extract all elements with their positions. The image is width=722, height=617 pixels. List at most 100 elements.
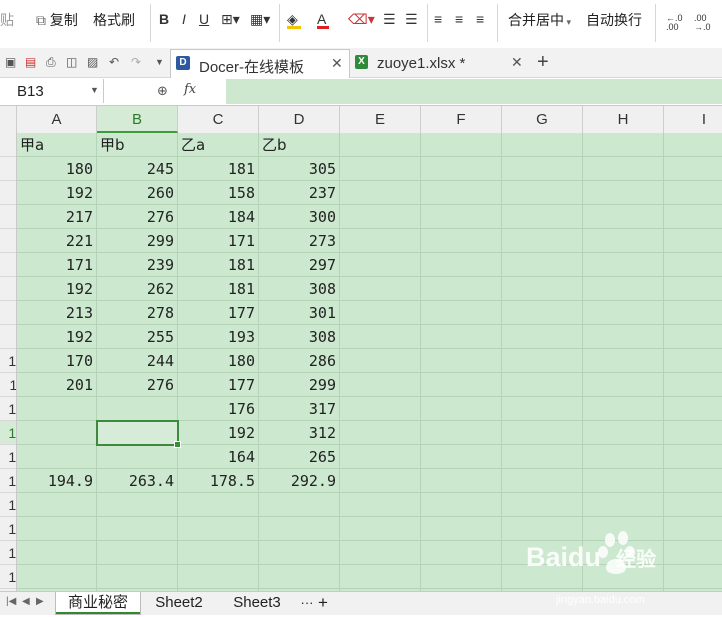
cell-a6[interactable]: 171: [17, 253, 97, 277]
cell-c14[interactable]: 164: [178, 445, 259, 469]
sheet-tab-2[interactable]: Sheet2: [144, 592, 214, 614]
name-box[interactable]: B13 ▼: [0, 79, 104, 103]
fill-handle[interactable]: [174, 441, 181, 448]
cell-d5[interactable]: 273: [259, 229, 340, 253]
cell-b10[interactable]: 244: [97, 349, 178, 373]
cell-d13[interactable]: 312: [259, 421, 340, 445]
cell-d6[interactable]: 297: [259, 253, 340, 277]
cell-b4[interactable]: 276: [97, 205, 178, 229]
copy-button[interactable]: ⧉ 复制: [36, 10, 78, 30]
cell-b2[interactable]: 245: [97, 157, 178, 181]
cell-a8[interactable]: 213: [17, 301, 97, 325]
first-sheet-icon[interactable]: |◀: [6, 596, 16, 607]
close-icon[interactable]: ✕: [331, 55, 343, 72]
column-header-f[interactable]: F: [421, 106, 502, 133]
row-header-8[interactable]: 8: [0, 301, 16, 325]
row-header-2[interactable]: 2: [0, 157, 16, 181]
print-icon[interactable]: ⎙: [46, 55, 56, 70]
cell-b1[interactable]: 甲b: [97, 133, 178, 157]
row-header-14[interactable]: 14: [0, 445, 16, 469]
cell-c11[interactable]: 177: [178, 373, 259, 397]
cell-d3[interactable]: 237: [259, 181, 340, 205]
sheet-tab-1[interactable]: 商业秘密: [55, 592, 141, 615]
cell-c3[interactable]: 158: [178, 181, 259, 205]
cell-b8[interactable]: 278: [97, 301, 178, 325]
cell-c6[interactable]: 181: [178, 253, 259, 277]
align-center-icon[interactable]: ≡: [455, 11, 463, 27]
cell-d9[interactable]: 308: [259, 325, 340, 349]
sheet-tab-3[interactable]: Sheet3: [222, 592, 292, 614]
spreadsheet-grid[interactable]: 甲a 甲b 乙a 乙b 180 245 181 305 192 260 158 237 217 276 18…: [17, 133, 722, 591]
next-sheet-icon[interactable]: ▶: [36, 596, 44, 607]
add-sheet-button[interactable]: +: [314, 592, 332, 614]
column-header-i[interactable]: I: [664, 106, 722, 133]
row-header-12[interactable]: 12: [0, 397, 16, 421]
row-header-11[interactable]: 11: [0, 373, 16, 397]
row-header-18[interactable]: 18: [0, 541, 16, 565]
cell-b5[interactable]: 299: [97, 229, 178, 253]
cell-d7[interactable]: 308: [259, 277, 340, 301]
cell-c8[interactable]: 177: [178, 301, 259, 325]
increase-decimal-icon[interactable]: ←.0.00: [666, 14, 683, 32]
pdf-export-icon[interactable]: ▤: [25, 55, 36, 69]
cell-c7[interactable]: 181: [178, 277, 259, 301]
cell-a3[interactable]: 192: [17, 181, 97, 205]
cell-c4[interactable]: 184: [178, 205, 259, 229]
row-header-16[interactable]: 16: [0, 493, 16, 517]
cell-b6[interactable]: 239: [97, 253, 178, 277]
fill-color-icon[interactable]: ◈: [287, 11, 301, 29]
row-header-7[interactable]: 7: [0, 277, 16, 301]
cell-a9[interactable]: 192: [17, 325, 97, 349]
cell-d14[interactable]: 265: [259, 445, 340, 469]
decrease-decimal-icon[interactable]: .00 →.0: [694, 14, 711, 32]
borders-icon[interactable]: ⊞▾: [221, 11, 240, 28]
format-icon[interactable]: ▨: [87, 55, 98, 69]
tab-zuoye1[interactable]: X zuoye1.xlsx * ✕: [349, 49, 528, 77]
row-header-15[interactable]: 15: [0, 469, 16, 493]
cell-c9[interactable]: 193: [178, 325, 259, 349]
row-header-6[interactable]: 6: [0, 253, 16, 277]
row-header-4[interactable]: 4: [0, 205, 16, 229]
cell-c1[interactable]: 乙a: [178, 133, 259, 157]
cell-a7[interactable]: 192: [17, 277, 97, 301]
clear-format-icon[interactable]: ⌫▾: [348, 11, 375, 28]
print-preview-icon[interactable]: ◫: [66, 55, 77, 69]
save-icon[interactable]: ▣: [5, 55, 16, 69]
formula-input[interactable]: [226, 79, 722, 104]
paste-button[interactable]: 贴: [0, 10, 14, 30]
align-left-icon[interactable]: ≡: [434, 11, 442, 27]
cell-d10[interactable]: 286: [259, 349, 340, 373]
row-header-17[interactable]: 17: [0, 517, 16, 541]
cell-b11[interactable]: 276: [97, 373, 178, 397]
row-header-3[interactable]: 3: [0, 181, 16, 205]
cell-b15[interactable]: 263.4: [97, 469, 178, 493]
indent-decrease-icon[interactable]: ☰: [383, 11, 396, 28]
cell-b7[interactable]: 262: [97, 277, 178, 301]
cell-c2[interactable]: 181: [178, 157, 259, 181]
cell-d4[interactable]: 300: [259, 205, 340, 229]
format-painter-button[interactable]: 格式刷: [93, 10, 135, 30]
cell-a5[interactable]: 221: [17, 229, 97, 253]
cell-d1[interactable]: 乙b: [259, 133, 340, 157]
undo-icon[interactable]: ↶: [109, 55, 119, 69]
cell-c15[interactable]: 178.5: [178, 469, 259, 493]
close-icon[interactable]: ✕: [511, 54, 523, 71]
row-header-9[interactable]: 9: [0, 325, 16, 349]
column-header-g[interactable]: G: [502, 106, 583, 133]
cell-d2[interactable]: 305: [259, 157, 340, 181]
column-header-a[interactable]: A: [17, 106, 97, 133]
underline-button[interactable]: U: [199, 11, 209, 27]
cell-c10[interactable]: 180: [178, 349, 259, 373]
merge-center-button[interactable]: 合并居中 ▾: [508, 10, 571, 30]
tab-docer[interactable]: D Docer-在线模板 ✕: [170, 49, 350, 78]
row-header-19[interactable]: 19: [0, 565, 16, 589]
customize-dropdown-icon[interactable]: ▼: [155, 57, 164, 67]
insert-function-button[interactable]: fx: [184, 82, 196, 97]
font-color-icon[interactable]: A: [317, 11, 329, 29]
cell-d11[interactable]: 299: [259, 373, 340, 397]
italic-button[interactable]: I: [182, 11, 186, 27]
cell-a2[interactable]: 180: [17, 157, 97, 181]
cell-c12[interactable]: 176: [178, 397, 259, 421]
column-header-d[interactable]: D: [259, 106, 340, 133]
cell-a10[interactable]: 170: [17, 349, 97, 373]
